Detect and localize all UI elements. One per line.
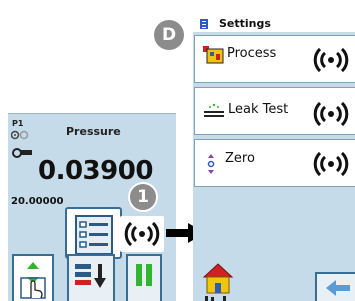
pressure-reading: 0.03900: [38, 156, 153, 186]
sort-down-icon: [75, 264, 106, 288]
menu-item-leak-test[interactable]: Leak Test: [194, 87, 355, 135]
channel-label: P1: [12, 119, 24, 128]
settings-panel: Settings Process Leak Test Zero: [193, 16, 355, 301]
hand-touch-icon: [20, 262, 46, 299]
page-title: Pressure: [66, 125, 121, 138]
touch-select-button[interactable]: [12, 254, 54, 301]
zero-icon: [207, 154, 215, 174]
range-value: 20.00000: [11, 196, 64, 207]
process-icon: [203, 46, 224, 64]
callout-badge: 1: [128, 182, 158, 212]
menu-item-label: Process: [227, 46, 277, 61]
settings-header: Settings: [193, 16, 355, 32]
menu-item-process[interactable]: Process: [194, 35, 355, 83]
settings-title: Settings: [219, 17, 271, 30]
menu-item-zero[interactable]: Zero: [194, 139, 355, 187]
menu-item-label: Zero: [225, 151, 255, 166]
task-list-button[interactable]: [65, 207, 122, 259]
menu-item-label: Leak Test: [228, 102, 289, 117]
back-button[interactable]: [315, 272, 355, 301]
signal-waves-icon[interactable]: [313, 46, 349, 74]
checklist-icon: [75, 215, 113, 255]
arrow-left-icon: [326, 280, 350, 296]
key-icon: [12, 148, 32, 158]
sort-down-button[interactable]: [67, 254, 115, 301]
signal-waves-icon[interactable]: [313, 100, 349, 128]
home-icon[interactable]: [203, 262, 233, 301]
pause-icon: [136, 264, 152, 286]
callout-badge: D: [154, 20, 184, 50]
gear-icon: [11, 130, 29, 140]
settings-list-icon: [200, 19, 208, 29]
signal-waves-icon[interactable]: [313, 150, 349, 178]
pause-button[interactable]: [126, 254, 162, 301]
signal-waves-icon[interactable]: [120, 216, 164, 252]
leak-test-icon: [204, 103, 224, 117]
